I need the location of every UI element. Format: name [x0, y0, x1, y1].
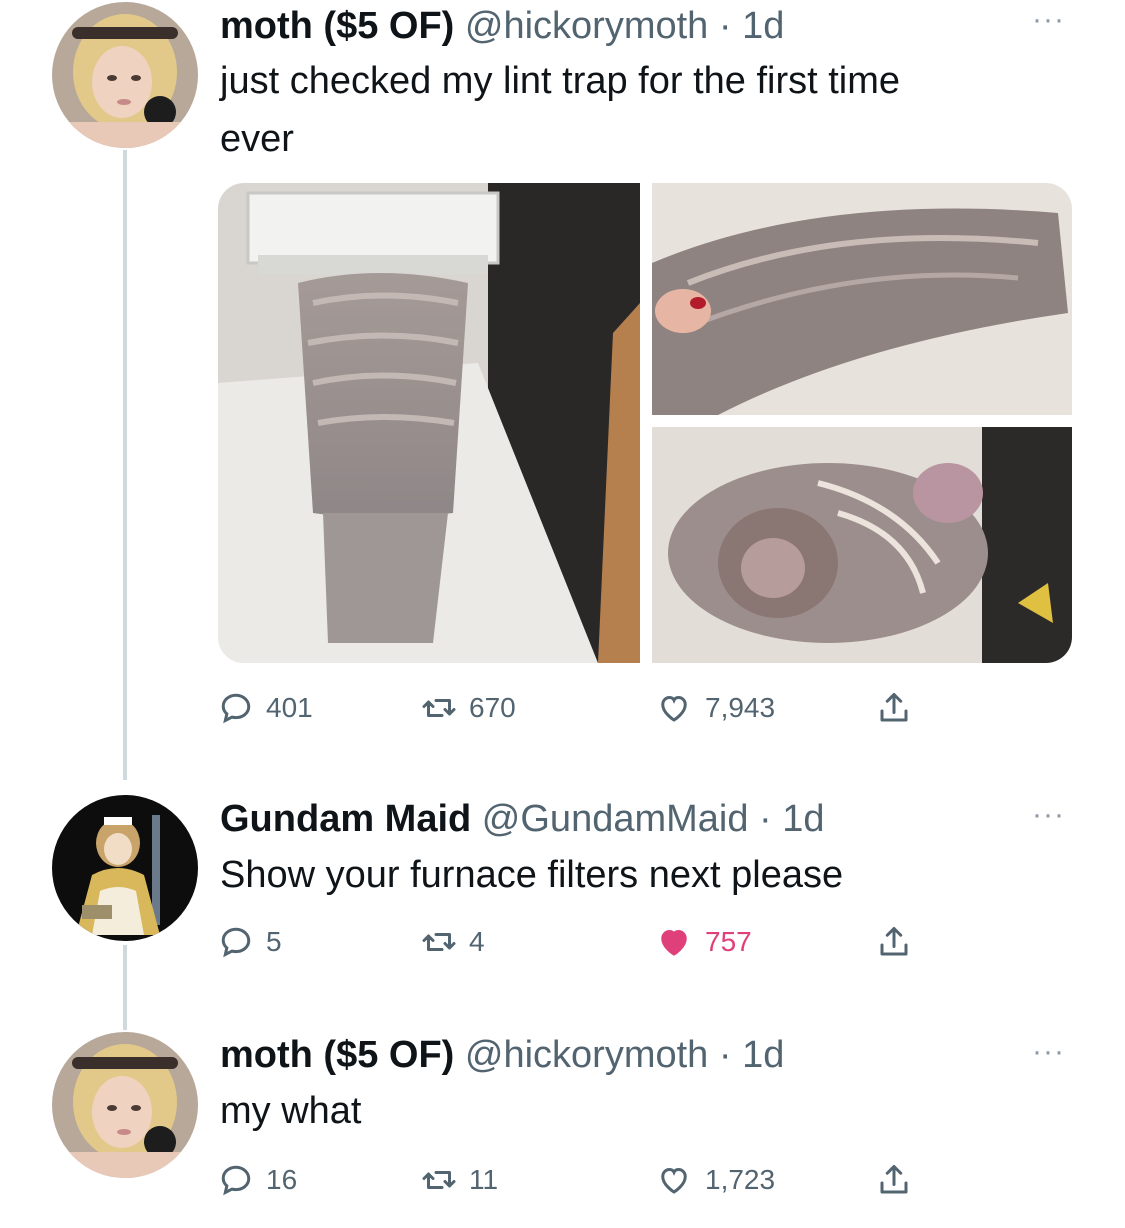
thread-line-1 — [123, 150, 127, 780]
media-grid[interactable] — [218, 183, 1072, 663]
reply-button[interactable]: 16 — [218, 1160, 297, 1200]
tweet-actions: 401 670 7,943 — [218, 688, 938, 728]
lint-trap-photo-3[interactable] — [652, 427, 1072, 663]
reply-button[interactable]: 401 — [218, 688, 313, 728]
display-name[interactable]: Gundam Maid — [220, 798, 471, 840]
more-options-icon[interactable]: ··· — [1032, 1037, 1065, 1067]
tweet-actions: 5 4 757 — [218, 922, 938, 962]
separator-dot: · — [718, 5, 732, 47]
tweet-actions: 16 11 1,723 — [218, 1160, 938, 1200]
tweet-text: my what — [220, 1082, 1040, 1140]
tweet-text-line: ever — [220, 118, 294, 160]
avatar[interactable] — [52, 1032, 198, 1178]
heart-icon — [661, 929, 687, 956]
separator-dot: · — [759, 798, 772, 840]
tweet-text-line: just checked my lint trap for the first … — [220, 60, 901, 102]
like-count: 7,943 — [705, 692, 776, 723]
tweet-header: moth ($5 OF) @hickorymoth · 1d — [220, 1033, 784, 1077]
display-name[interactable]: moth ($5 OF) — [220, 5, 454, 47]
thread-line-2 — [123, 945, 127, 1030]
like-button[interactable]: 1,723 — [655, 1160, 775, 1200]
retweet-button[interactable]: 670 — [421, 688, 516, 728]
retweet-count: 670 — [469, 692, 516, 723]
tweet-text: Show your furnace filters next please — [220, 846, 1040, 904]
avatar[interactable] — [52, 795, 198, 941]
display-name[interactable]: moth ($5 OF) — [220, 1034, 454, 1076]
comment-bubble-icon — [221, 927, 251, 958]
retweet-button[interactable]: 4 — [421, 922, 485, 962]
more-options-icon[interactable]: ··· — [1032, 800, 1065, 830]
reply-count: 401 — [266, 692, 313, 723]
comment-bubble-icon — [221, 1165, 251, 1196]
tweet-header: Gundam Maid @GundamMaid · 1d — [220, 797, 825, 841]
retweet-arrows-icon — [422, 699, 456, 717]
retweet-arrows-icon — [422, 933, 456, 951]
share-button[interactable] — [876, 688, 912, 728]
tweet-text: just checked my lint trap for the first … — [220, 52, 1040, 168]
reply-count: 5 — [266, 926, 282, 957]
user-handle[interactable]: @hickorymoth — [465, 1034, 708, 1076]
heart-icon — [661, 1167, 687, 1194]
avatar[interactable] — [52, 2, 198, 148]
tweet-header: moth ($5 OF) @hickorymoth · 1d — [220, 4, 784, 48]
timestamp[interactable]: 1d — [782, 798, 824, 840]
tweet-text-line: Show your furnace filters next please — [220, 854, 844, 896]
heart-icon — [661, 695, 687, 722]
lint-trap-photo-1[interactable] — [218, 183, 640, 663]
share-button[interactable] — [876, 922, 912, 962]
like-button[interactable]: 757 — [655, 922, 752, 962]
separator-dot: · — [718, 1034, 732, 1076]
user-handle[interactable]: @GundamMaid — [482, 798, 749, 840]
timestamp[interactable]: 1d — [742, 5, 784, 47]
retweet-count: 11 — [469, 1164, 499, 1195]
user-handle[interactable]: @hickorymoth — [465, 5, 708, 47]
share-upload-icon — [880, 693, 908, 722]
more-options-icon[interactable]: ··· — [1032, 5, 1065, 35]
tweet-text-line: my what — [220, 1090, 362, 1132]
like-count: 1,723 — [705, 1164, 776, 1195]
retweet-count: 4 — [469, 926, 485, 957]
share-button[interactable] — [876, 1160, 912, 1200]
comment-bubble-icon — [221, 693, 251, 724]
like-count: 757 — [705, 926, 752, 957]
lint-trap-photo-2[interactable] — [652, 183, 1072, 415]
reply-button[interactable]: 5 — [218, 922, 282, 962]
like-button[interactable]: 7,943 — [655, 688, 775, 728]
retweet-button[interactable]: 11 — [421, 1160, 498, 1200]
retweet-arrows-icon — [422, 1171, 456, 1189]
reply-count: 16 — [266, 1164, 298, 1195]
share-upload-icon — [880, 927, 908, 956]
share-upload-icon — [880, 1165, 908, 1194]
timestamp[interactable]: 1d — [742, 1034, 784, 1076]
